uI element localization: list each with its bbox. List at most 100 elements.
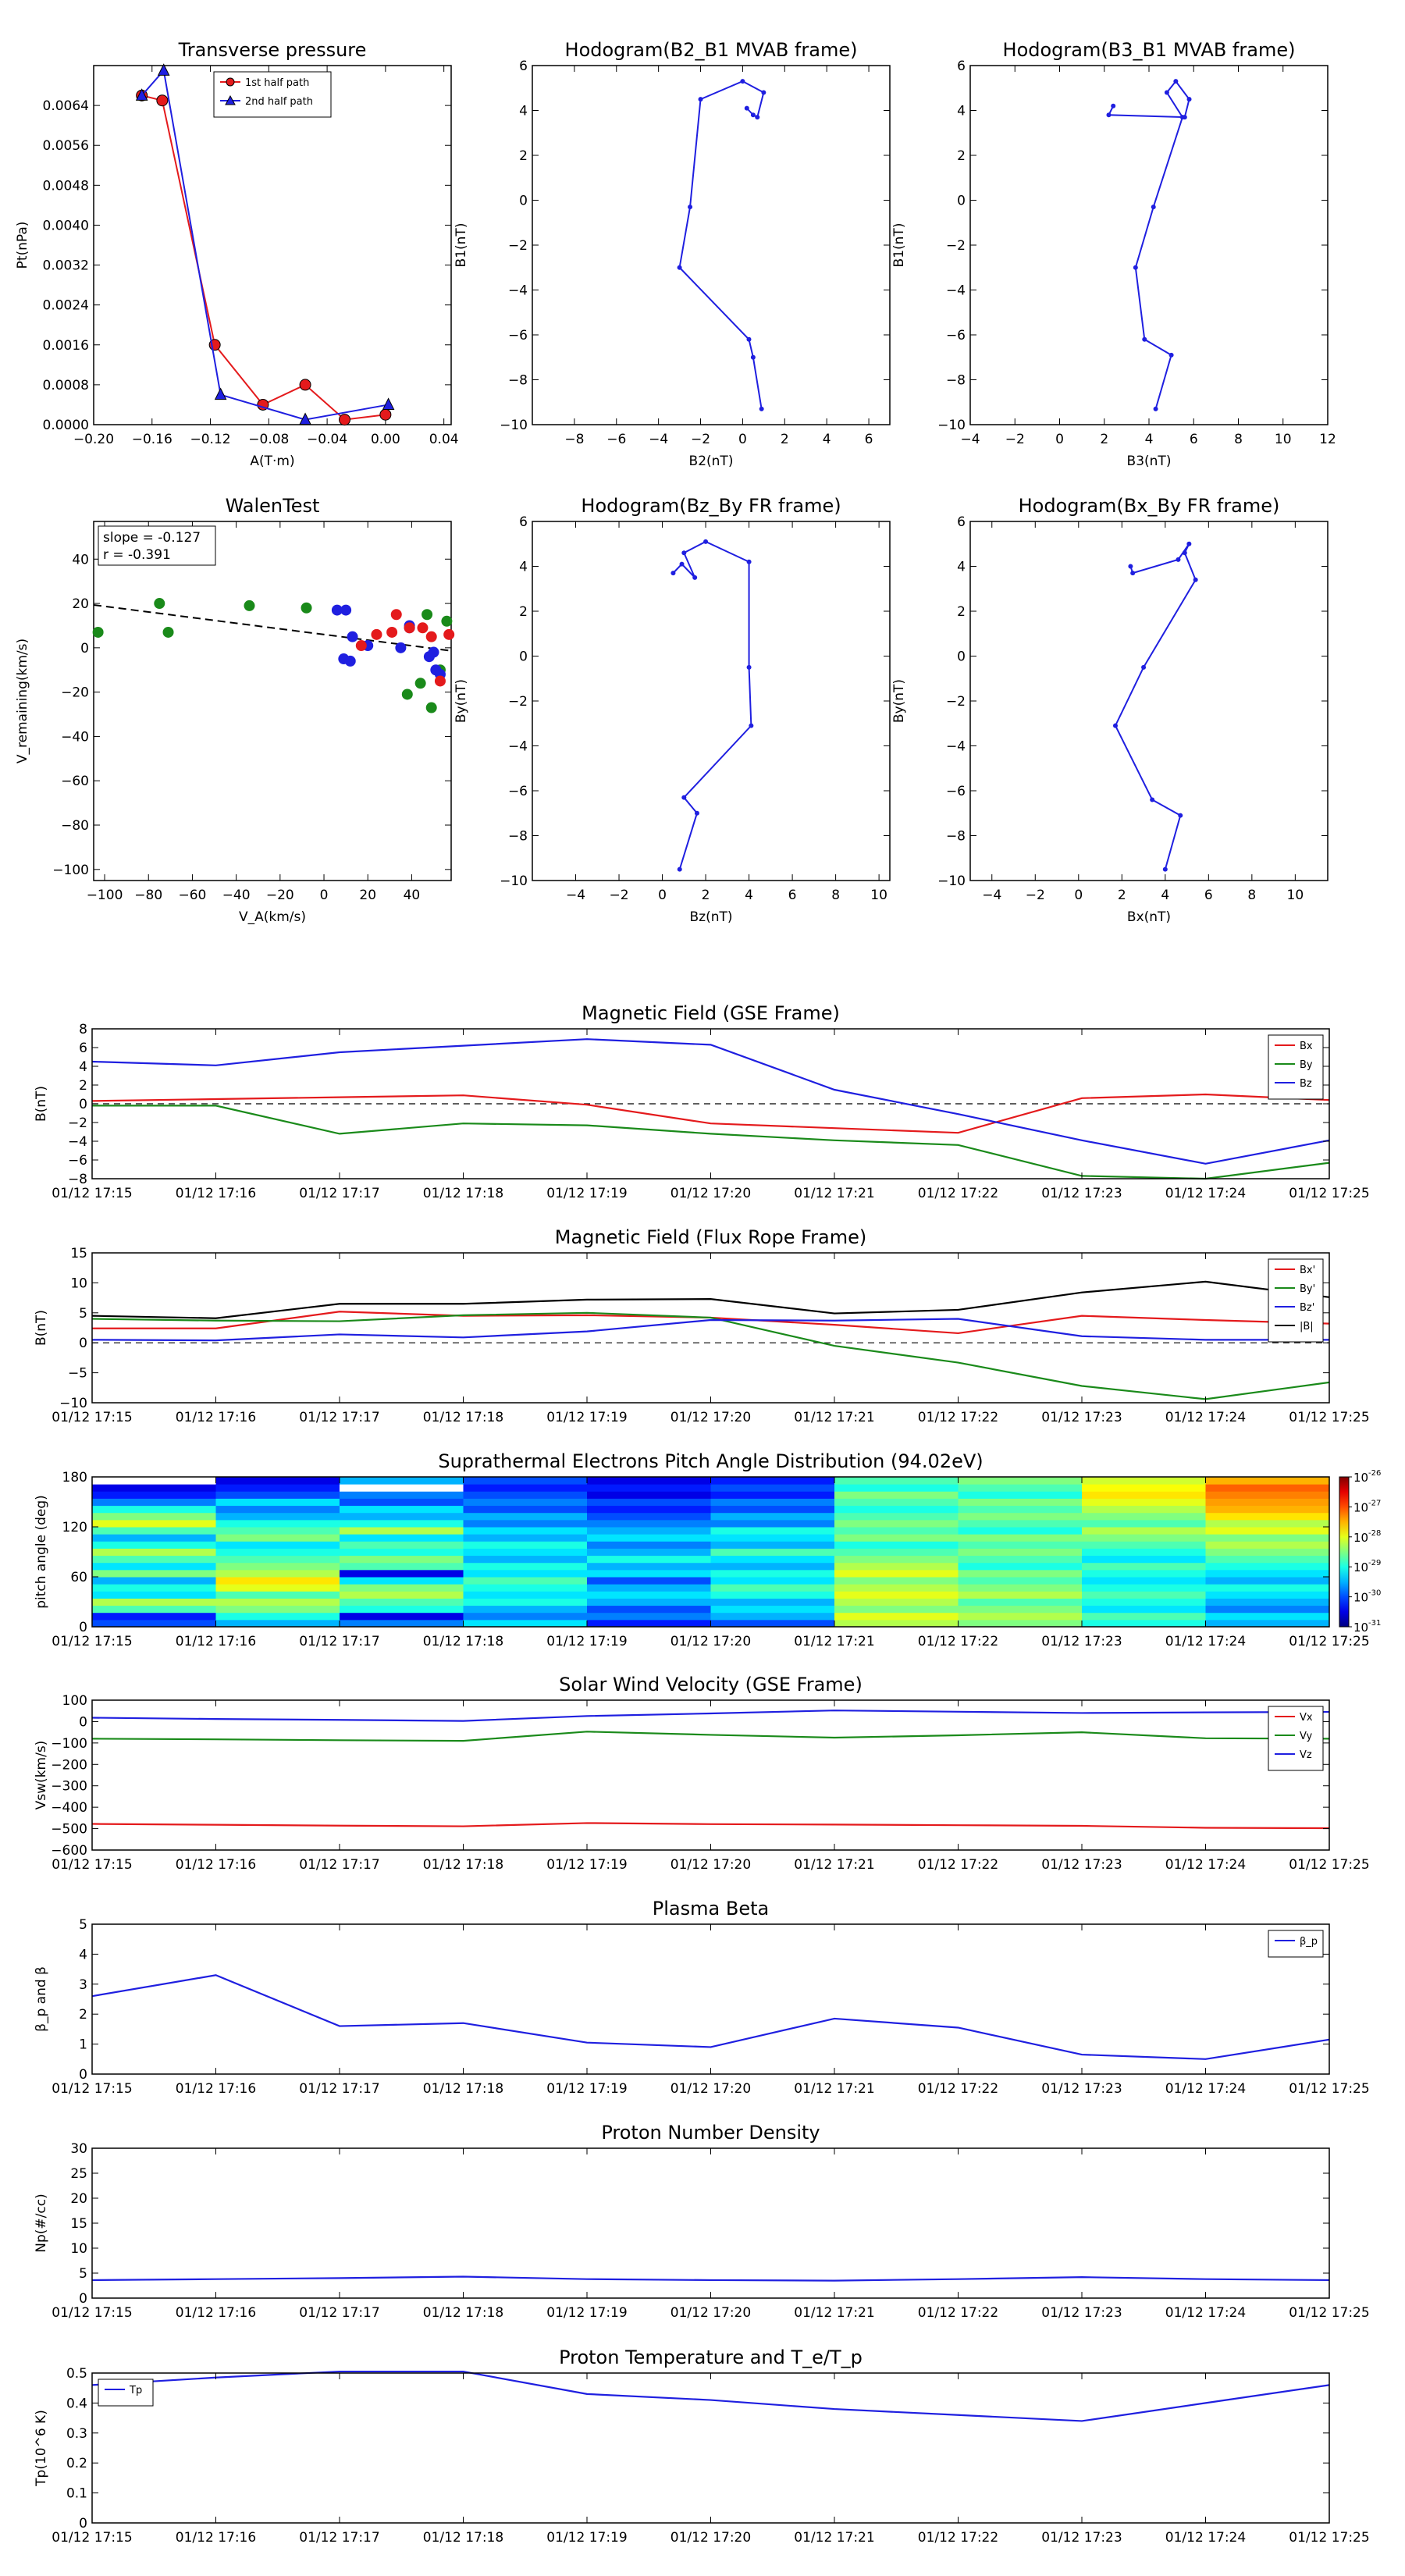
np-xtick-label: 01/12 17:24 — [1165, 2305, 1246, 2321]
np-xtick-label: 01/12 17:23 — [1041, 2305, 1122, 2321]
mag_fr-legend: Bx' By' Bz' |B| — [1268, 1258, 1324, 1343]
pad-cell — [1082, 1477, 1206, 1485]
vsw-xtick-label: 01/12 17:16 — [176, 1857, 256, 1873]
pad-colorbar-label: 10 — [1353, 1560, 1368, 1574]
h3-title: Hodogram(Bz_By FR frame) — [581, 495, 841, 517]
pad-cell — [340, 1505, 464, 1514]
pad-cell — [1082, 1534, 1206, 1542]
pad-cell — [710, 1519, 835, 1528]
pad-cell — [1205, 1619, 1330, 1628]
h1-ytick-label: −4 — [508, 283, 528, 299]
h4-point — [1141, 664, 1147, 670]
pad-title: Suprathermal Electrons Pitch Angle Distr… — [438, 1450, 983, 1472]
beta-xtick-label: 01/12 17:22 — [918, 2081, 998, 2097]
pad-xtick-label: 01/12 17:21 — [794, 1634, 874, 1649]
walen-xtick-label: −100 — [87, 888, 123, 903]
beta-xtick-label: 01/12 17:18 — [423, 2081, 503, 2097]
pad-colorbar-label: 10 — [1353, 1591, 1368, 1605]
walen-xtick-label: −20 — [266, 888, 294, 903]
tp-legend-label: 1st half path — [245, 77, 309, 89]
walen-point — [344, 655, 356, 667]
pad-cell — [92, 1598, 216, 1606]
mag_gse-xtick-label: 01/12 17:17 — [299, 1186, 379, 1201]
np-axes: 01/12 17:15 01/12 17:16 01/12 17:17 01/12 1… — [34, 2122, 1370, 2321]
h3-xtick-label: 0 — [658, 888, 667, 903]
h2-xtick-label: 10 — [1275, 432, 1292, 447]
h4-point — [1178, 813, 1183, 818]
pad-cell — [1082, 1527, 1206, 1535]
pad-cell — [463, 1562, 588, 1571]
mag_fr-xtick-label: 01/12 17:25 — [1289, 1410, 1369, 1425]
h4-xtick-label: 10 — [1287, 888, 1304, 903]
tp_temp-ytick-label: 0.1 — [66, 2486, 87, 2502]
pad-cell — [834, 1605, 959, 1614]
pad-cell — [215, 1612, 340, 1621]
h2-point — [1186, 97, 1192, 102]
pad-cell — [958, 1555, 1083, 1564]
pad-cell — [340, 1527, 464, 1535]
pad-cell — [92, 1541, 216, 1549]
pad-cell — [215, 1591, 340, 1599]
pad-ytick-label: 120 — [62, 1520, 87, 1535]
walen-point — [340, 604, 352, 616]
beta-series-p — [91, 1974, 1330, 2060]
pad-cell — [1082, 1562, 1206, 1571]
pad-cell — [834, 1577, 959, 1585]
beta-frame — [91, 1923, 1330, 2075]
pad-cell — [340, 1619, 464, 1628]
pad-xtick-label: 01/12 17:18 — [423, 1634, 503, 1649]
tp-point — [299, 379, 311, 391]
pad-cell — [463, 1498, 588, 1507]
tp-series-line — [140, 69, 389, 421]
h4-point — [1176, 557, 1181, 562]
walen-ytick-label: 0 — [80, 641, 89, 656]
mag_gse-ylabel: B(nT) — [34, 1086, 49, 1122]
pad-cell — [1205, 1598, 1330, 1606]
mag_gse-xtick-label: 01/12 17:22 — [918, 1186, 998, 1201]
h3-point — [679, 561, 685, 567]
tp-ytick-label: 0.0048 — [43, 178, 89, 194]
h1-axes: −8 −6 −4 −2 0 2 4 6 −10 −8 −6 −4 −2 0 2 4 6 Hodogram(B2_B… — [454, 39, 891, 469]
h4-point — [1150, 797, 1155, 802]
h2-xtick-label: −4 — [960, 432, 980, 447]
mag_gse-xtick-label: 01/12 17:19 — [546, 1186, 627, 1201]
pad-cell — [215, 1584, 340, 1592]
walen-point — [417, 622, 429, 634]
tp_temp-xtick-label: 01/12 17:24 — [1165, 2530, 1246, 2546]
walen-point — [244, 600, 255, 611]
pad-cell — [710, 1591, 835, 1599]
h4-xtick-label: −4 — [982, 888, 1001, 903]
vsw-axes: 01/12 17:15 01/12 17:16 01/12 17:17 01/12 1… — [34, 1674, 1370, 1873]
pad-cell — [340, 1512, 464, 1521]
beta-ytick-label: 5 — [79, 1917, 87, 1933]
tp_temp-xtick-label: 01/12 17:25 — [1289, 2530, 1369, 2546]
pad-cell — [1205, 1591, 1330, 1599]
pad-cell — [710, 1534, 835, 1542]
walen-xtick-label: −60 — [178, 888, 206, 903]
mag_fr-xtick-label: 01/12 17:19 — [546, 1410, 627, 1425]
pad-cell — [1082, 1605, 1206, 1614]
h2-title: Hodogram(B3_B1 MVAB frame) — [1003, 39, 1296, 61]
pad-cell — [92, 1477, 216, 1485]
pad-cell — [958, 1605, 1083, 1614]
mag_gse-xtick-label: 01/12 17:21 — [794, 1186, 874, 1201]
walen-ytick-label: 20 — [72, 596, 89, 612]
tp-ytick-label: 0.0008 — [43, 378, 89, 393]
h4-point — [1112, 723, 1118, 728]
h2-ytick-label: 2 — [957, 148, 966, 164]
walen-point — [404, 622, 415, 634]
mag_fr-ytick-label: 10 — [70, 1276, 87, 1291]
walen-xtick-label: 0 — [320, 888, 329, 903]
mag_fr-xtick-label: 01/12 17:17 — [299, 1410, 379, 1425]
mag_gse-xtick-label: 01/12 17:18 — [423, 1186, 503, 1201]
pad-ytick-label: 60 — [70, 1570, 87, 1585]
h3-series-line — [672, 540, 752, 870]
h3-xtick-label: 2 — [702, 888, 710, 903]
np-series-line — [91, 2275, 1330, 2282]
pad-cell — [834, 1527, 959, 1535]
h3-ylabel: By(nT) — [454, 679, 469, 723]
h2-point — [1111, 103, 1116, 109]
h4-point — [1182, 550, 1187, 556]
np-ytick-label: 5 — [79, 2266, 87, 2282]
pad-ylabel: pitch angle (deg) — [34, 1495, 49, 1609]
